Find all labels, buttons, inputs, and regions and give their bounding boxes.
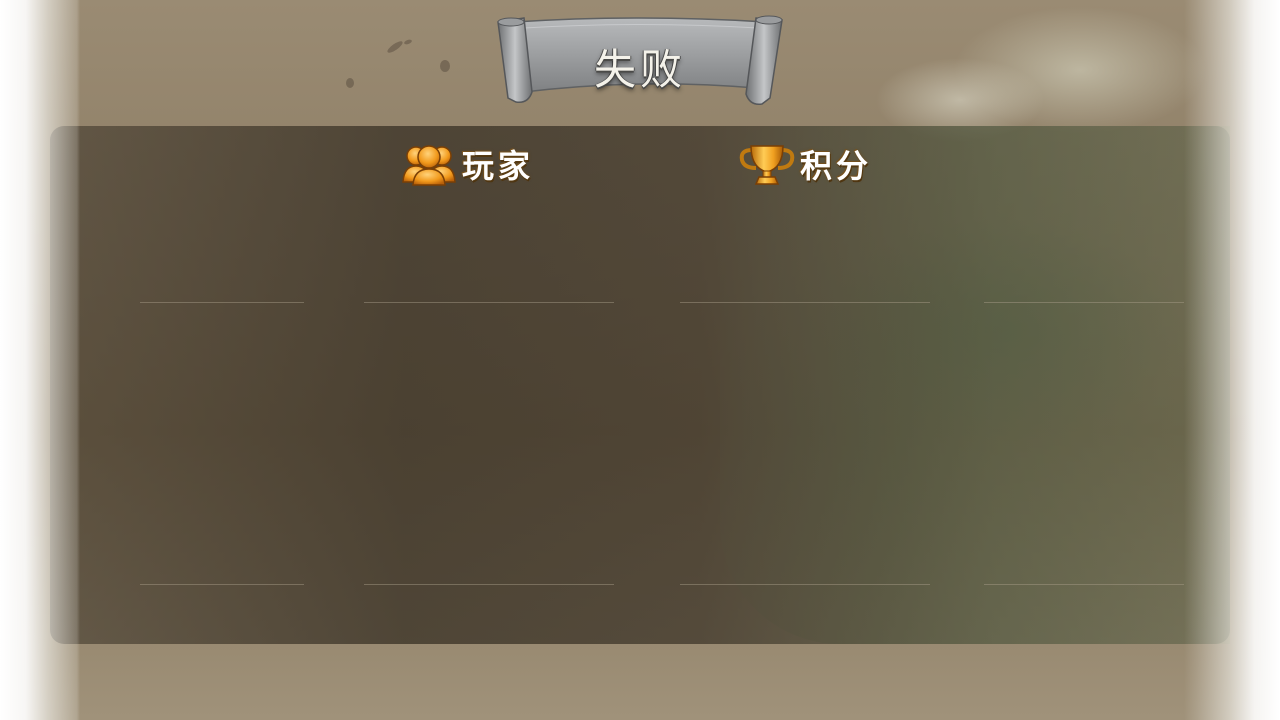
score-column-label: 积分: [800, 147, 873, 185]
row-divider: [364, 302, 614, 303]
result-banner: 失败: [494, 14, 786, 106]
fog-vignette-right: [960, 0, 1280, 720]
trophy-icon: [738, 142, 796, 186]
row-divider: [680, 302, 930, 303]
game-over-screen: 失败 玩家 积分: [0, 0, 1280, 720]
players-column-header: 玩家: [400, 142, 534, 186]
fog-vignette-left: [0, 0, 320, 720]
score-column-header: 积分: [738, 142, 872, 186]
background-ink-mark: [440, 60, 450, 72]
row-divider: [680, 584, 930, 585]
background-ink-mark: [385, 39, 405, 55]
row-divider: [364, 584, 614, 585]
players-icon: [400, 142, 458, 186]
players-column-label: 玩家: [462, 147, 535, 185]
background-ink-mark: [403, 38, 413, 46]
background-ink-mark: [346, 78, 354, 88]
result-title: 失败: [593, 45, 686, 94]
